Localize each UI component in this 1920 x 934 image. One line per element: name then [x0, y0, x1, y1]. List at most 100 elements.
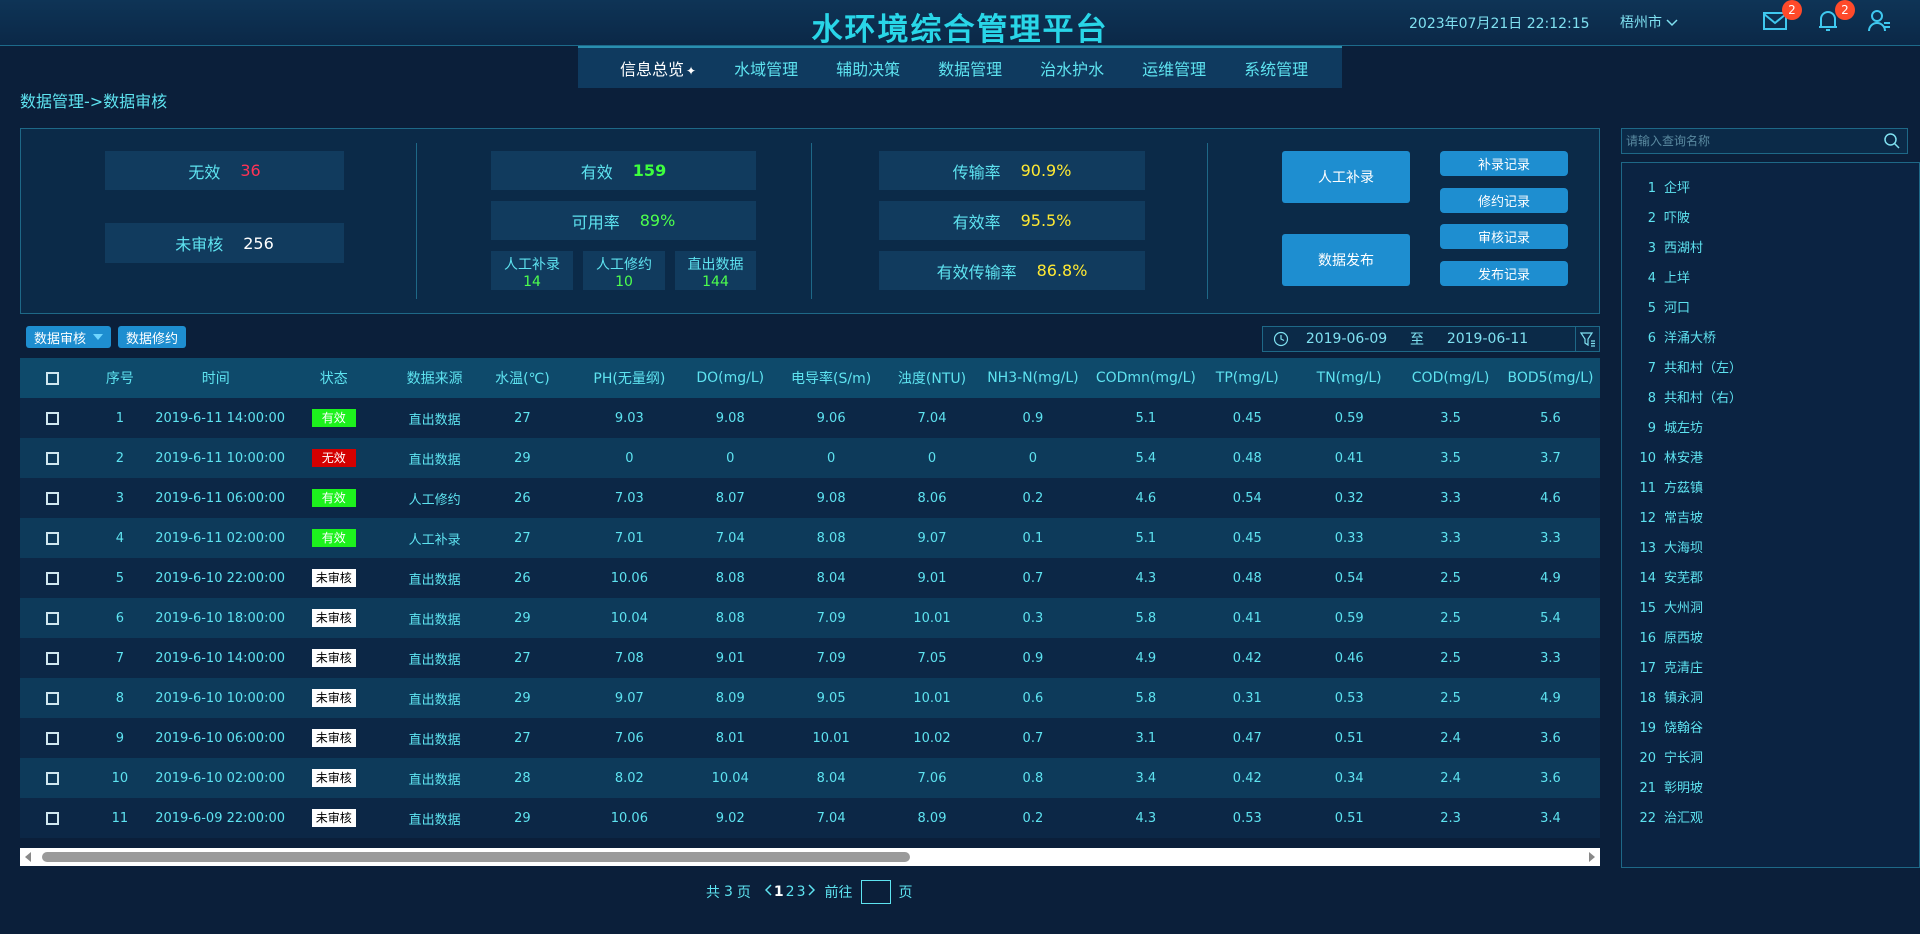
column-header[interactable]: 浊度(NTU) — [894, 358, 971, 398]
notification-button[interactable]: 2 — [1815, 0, 1855, 38]
column-header[interactable]: DO(mg/L) — [692, 358, 769, 398]
table-row[interactable]: 7 2019-6-10 14:00:00 未审核 直出数据 27 7.08 9.01 7.09… — [20, 638, 1600, 678]
scrollbar-thumb[interactable] — [42, 852, 910, 862]
row-checkbox[interactable] — [45, 571, 59, 585]
nav-data-management[interactable]: 数据管理 — [938, 56, 1002, 80]
add-records-button[interactable]: 补录记录 — [1440, 151, 1568, 176]
station-item[interactable]: 1 企坪 — [1622, 177, 1690, 197]
row-checkbox[interactable] — [45, 491, 59, 505]
column-header[interactable]: TP(mg/L) — [1196, 358, 1298, 398]
page-1[interactable]: 1 — [774, 884, 784, 900]
row-checkbox[interactable] — [45, 691, 59, 705]
table-row[interactable]: 4 2019-6-11 02:00:00 有效 人工补录 27 7.01 7.04 8.08 9… — [20, 518, 1600, 558]
horizontal-scrollbar[interactable] — [20, 848, 1600, 866]
station-number: 12 — [1639, 511, 1656, 526]
column-header[interactable]: 电导率(S/m) — [769, 358, 894, 398]
column-header[interactable]: PH(无量纲) — [567, 358, 692, 398]
transfer-rate-label: 传输率 — [952, 162, 1001, 182]
column-header[interactable]: CODmn(mg/L) — [1095, 358, 1196, 398]
station-item[interactable]: 4 上垟 — [1622, 267, 1690, 287]
column-header[interactable]: 数据来源 — [391, 358, 478, 398]
table-row[interactable]: 3 2019-6-11 06:00:00 有效 人工修约 26 7.03 8.07 9.08 8… — [20, 478, 1600, 518]
column-header[interactable]: COD(mg/L) — [1400, 358, 1501, 398]
mail-button[interactable]: 2 — [1762, 0, 1802, 38]
station-item[interactable]: 16 原西坡 — [1622, 627, 1703, 647]
nav-overview[interactable]: 信息总览 ✦ — [620, 56, 696, 80]
table-row[interactable]: 1 2019-6-11 14:00:00 有效 直出数据 27 9.03 9.08 9.06 7… — [20, 398, 1600, 438]
column-header[interactable]: NH3-N(mg/L) — [970, 358, 1095, 398]
row-checkbox[interactable] — [45, 731, 59, 745]
row-checkbox[interactable] — [45, 611, 59, 625]
station-search-input[interactable] — [1622, 129, 1872, 153]
prev-page-icon[interactable] — [764, 884, 773, 900]
table-row[interactable]: 2 2019-6-11 10:00:00 无效 直出数据 29 0 0 0 0 0 5.4 0.48 0… — [20, 438, 1600, 478]
row-checkbox[interactable] — [45, 651, 59, 665]
station-item[interactable]: 3 西湖村 — [1622, 237, 1703, 257]
nav-water-area[interactable]: 水域管理 — [734, 56, 798, 80]
station-item[interactable]: 14 安芜郡 — [1622, 567, 1703, 587]
page-2[interactable]: 2 — [786, 884, 795, 900]
station-item[interactable]: 10 林安港 — [1622, 447, 1703, 467]
data-revise-button[interactable]: 数据修约 — [118, 326, 187, 348]
station-item[interactable]: 5 河口 — [1622, 297, 1690, 317]
select-all-checkbox[interactable] — [45, 371, 59, 385]
station-item[interactable]: 13 大海坝 — [1622, 537, 1703, 557]
station-item[interactable]: 20 宁长洞 — [1622, 747, 1703, 767]
next-page-icon[interactable] — [807, 884, 815, 900]
user-button[interactable] — [1866, 8, 1896, 38]
date-from[interactable]: 2019-06-09 — [1299, 331, 1394, 347]
table-cell: 0.1 — [1022, 530, 1044, 546]
table-row[interactable]: 9 2019-6-10 06:00:00 未审核 直出数据 27 7.06 8.01 10.0… — [20, 718, 1600, 758]
nav-operations[interactable]: 运维管理 — [1142, 56, 1206, 80]
manual-add-button[interactable]: 人工补录 — [1282, 151, 1410, 203]
table-row[interactable]: 6 2019-6-10 18:00:00 未审核 直出数据 29 10.04 8.08 7.0… — [20, 598, 1600, 638]
row-checkbox[interactable] — [45, 451, 59, 465]
data-audit-dropdown[interactable]: 数据审核 — [26, 326, 112, 348]
date-range-picker[interactable]: 2019-06-09 至 2019-06-11 — [1262, 326, 1600, 352]
nav-decision[interactable]: 辅助决策 — [836, 56, 900, 80]
row-checkbox[interactable] — [45, 811, 59, 825]
column-header[interactable]: 水温(℃) — [478, 358, 567, 398]
table-row[interactable]: 10 2019-6-10 02:00:00 未审核 直出数据 28 8.02 10.04 8.… — [20, 758, 1600, 798]
station-item[interactable]: 19 饶翰谷 — [1622, 717, 1703, 737]
effective-rate-value: 95.5% — [1020, 211, 1072, 230]
table-row[interactable]: 11 2019-6-09 22:00:00 未审核 直出数据 29 10.06 9.02 7.… — [20, 798, 1600, 838]
station-item[interactable]: 22 治汇观 — [1622, 807, 1703, 827]
page-3[interactable]: 3 — [797, 884, 806, 900]
filter-button[interactable] — [1575, 327, 1599, 351]
station-item[interactable]: 6 洋涌大桥 — [1622, 327, 1716, 347]
edit-records-button[interactable]: 修约记录 — [1440, 188, 1568, 213]
nav-water-governance[interactable]: 治水护水 — [1040, 56, 1104, 80]
column-header[interactable]: TN(mg/L) — [1298, 358, 1400, 398]
row-checkbox[interactable] — [45, 411, 59, 425]
station-item[interactable]: 12 常吉坡 — [1622, 507, 1703, 527]
column-header[interactable]: 状态 — [276, 358, 391, 398]
goto-page-input[interactable] — [860, 880, 891, 904]
column-header[interactable]: BOD5(mg/L) — [1501, 358, 1600, 398]
station-item[interactable]: 9 城左坊 — [1622, 417, 1703, 437]
table-row[interactable]: 8 2019-6-10 10:00:00 未审核 直出数据 29 9.07 8.09 9.05… — [20, 678, 1600, 718]
search-icon[interactable] — [1883, 132, 1901, 154]
column-header[interactable]: 序号 — [85, 358, 156, 398]
station-item[interactable]: 11 方茲镇 — [1622, 477, 1703, 497]
publish-records-button[interactable]: 发布记录 — [1440, 261, 1568, 286]
scroll-left-icon[interactable] — [25, 852, 31, 862]
nav-system[interactable]: 系统管理 — [1244, 56, 1308, 80]
table-row[interactable]: 5 2019-6-10 22:00:00 未审核 直出数据 26 10.06 8.08 8.0… — [20, 558, 1600, 598]
city-selector[interactable]: 梧州市 — [1620, 12, 1678, 32]
row-checkbox[interactable] — [45, 531, 59, 545]
audit-records-button[interactable]: 审核记录 — [1440, 224, 1568, 249]
station-item[interactable]: 18 镇永洞 — [1622, 687, 1703, 707]
station-item[interactable]: 2 吓陂 — [1622, 207, 1690, 227]
station-item[interactable]: 21 彰明坡 — [1622, 777, 1703, 797]
date-to[interactable]: 2019-06-11 — [1440, 331, 1535, 347]
row-checkbox[interactable] — [45, 771, 59, 785]
table-cell: 7.04 — [715, 530, 745, 546]
column-header[interactable]: 时间 — [155, 358, 276, 398]
station-item[interactable]: 17 克清庄 — [1622, 657, 1703, 677]
station-item[interactable]: 8 共和村（右） — [1622, 387, 1742, 407]
station-item[interactable]: 7 共和村（左） — [1622, 357, 1742, 377]
station-item[interactable]: 15 大州洞 — [1622, 597, 1703, 617]
publish-button[interactable]: 数据发布 — [1282, 234, 1410, 286]
scroll-right-icon[interactable] — [1589, 852, 1595, 862]
